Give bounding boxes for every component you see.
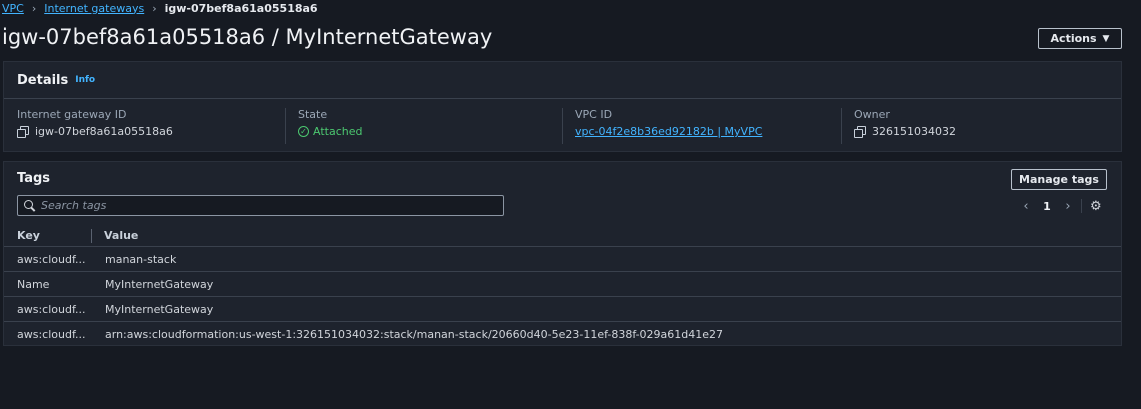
- vpc-id-link[interactable]: vpc-04f2e8b36ed92182b | MyVPC: [575, 125, 762, 138]
- vpc-id-field: VPC ID vpc-04f2e8b36ed92182b | MyVPC: [562, 108, 841, 144]
- manage-tags-button[interactable]: Manage tags: [1011, 169, 1107, 190]
- tags-panel: Tags Manage tags ‹ 1 › ⚙ Key Value aws:c…: [3, 161, 1122, 346]
- search-tags-input[interactable]: [41, 196, 481, 215]
- table-row: aws:cloudf... arn:aws:cloudformation:us-…: [4, 322, 1121, 347]
- state-value-row: ✓ Attached: [298, 125, 562, 138]
- state-label: State: [298, 108, 328, 121]
- details-panel: Details Info Internet gateway ID igw-07b…: [3, 61, 1122, 152]
- gear-icon[interactable]: ⚙: [1090, 199, 1102, 214]
- tag-value: MyInternetGateway: [105, 302, 214, 316]
- chevron-left-icon[interactable]: ‹: [1019, 199, 1033, 214]
- gateway-id-value: igw-07bef8a61a05518a6: [35, 125, 173, 138]
- tags-title: Tags: [17, 171, 51, 186]
- tag-key: Name: [17, 277, 50, 291]
- gateway-id-label: Internet gateway ID: [17, 108, 127, 121]
- tag-key: aws:cloudf...: [17, 302, 86, 316]
- tag-key: aws:cloudf...: [17, 328, 86, 341]
- pagination: ‹ 1 › ⚙: [1019, 198, 1111, 214]
- vpc-id-label: VPC ID: [575, 108, 613, 121]
- info-link[interactable]: Info: [75, 75, 95, 85]
- chevron-right-icon: ›: [31, 1, 37, 15]
- table-row: aws:cloudf... manan-stack: [4, 247, 1121, 272]
- search-tags-box: [17, 195, 504, 216]
- breadcrumb-link-internet-gateways[interactable]: Internet gateways: [44, 2, 144, 15]
- tag-key: aws:cloudf...: [17, 252, 86, 266]
- vpc-id-value-row: vpc-04f2e8b36ed92182b | MyVPC: [575, 125, 841, 138]
- column-header-value[interactable]: Value: [92, 229, 138, 242]
- table-row: aws:cloudf... MyInternetGateway: [4, 297, 1121, 322]
- details-grid: Internet gateway ID igw-07bef8a61a05518a…: [4, 99, 1121, 152]
- page-number[interactable]: 1: [1033, 200, 1061, 213]
- actions-button[interactable]: Actions ▼: [1038, 28, 1122, 49]
- table-header: Key Value: [4, 225, 1121, 247]
- chevron-right-icon: ›: [152, 1, 157, 15]
- tag-value: manan-stack: [105, 252, 177, 266]
- actions-button-label: Actions: [1050, 32, 1097, 45]
- breadcrumb-link-vpc[interactable]: VPC: [2, 2, 24, 15]
- tag-value: MyInternetGateway: [105, 277, 214, 291]
- owner-label: Owner: [854, 108, 890, 121]
- check-circle-icon: ✓: [298, 126, 309, 137]
- gateway-id-value-row: igw-07bef8a61a05518a6: [17, 125, 285, 138]
- copy-icon[interactable]: [854, 126, 866, 138]
- table-row: Name MyInternetGateway: [4, 272, 1121, 297]
- owner-value-row: 326151034032: [854, 125, 1111, 138]
- gateway-id-field: Internet gateway ID igw-07bef8a61a05518a…: [17, 108, 285, 144]
- column-header-key[interactable]: Key: [4, 228, 92, 243]
- owner-field: Owner 326151034032: [841, 108, 1111, 144]
- breadcrumb: VPC › Internet gateways › igw-07bef8a61a…: [2, 0, 318, 16]
- details-title: Details: [17, 72, 69, 88]
- breadcrumb-current: igw-07bef8a61a05518a6: [164, 1, 318, 15]
- details-header: Details Info: [4, 62, 1121, 99]
- pager-divider: [1081, 199, 1082, 213]
- page-title: igw-07bef8a61a05518a6 / MyInternetGatewa…: [2, 25, 493, 49]
- tags-table: Key Value aws:cloudf... manan-stack Name…: [4, 225, 1121, 347]
- search-icon: [24, 200, 35, 211]
- caret-down-icon: ▼: [1102, 33, 1110, 44]
- copy-icon[interactable]: [17, 126, 29, 138]
- chevron-right-icon[interactable]: ›: [1061, 199, 1075, 214]
- owner-value: 326151034032: [872, 125, 956, 138]
- tag-value: arn:aws:cloudformation:us-west-1:3261510…: [105, 328, 724, 341]
- state-field: State ✓ Attached: [285, 108, 562, 144]
- state-value: Attached: [313, 125, 363, 138]
